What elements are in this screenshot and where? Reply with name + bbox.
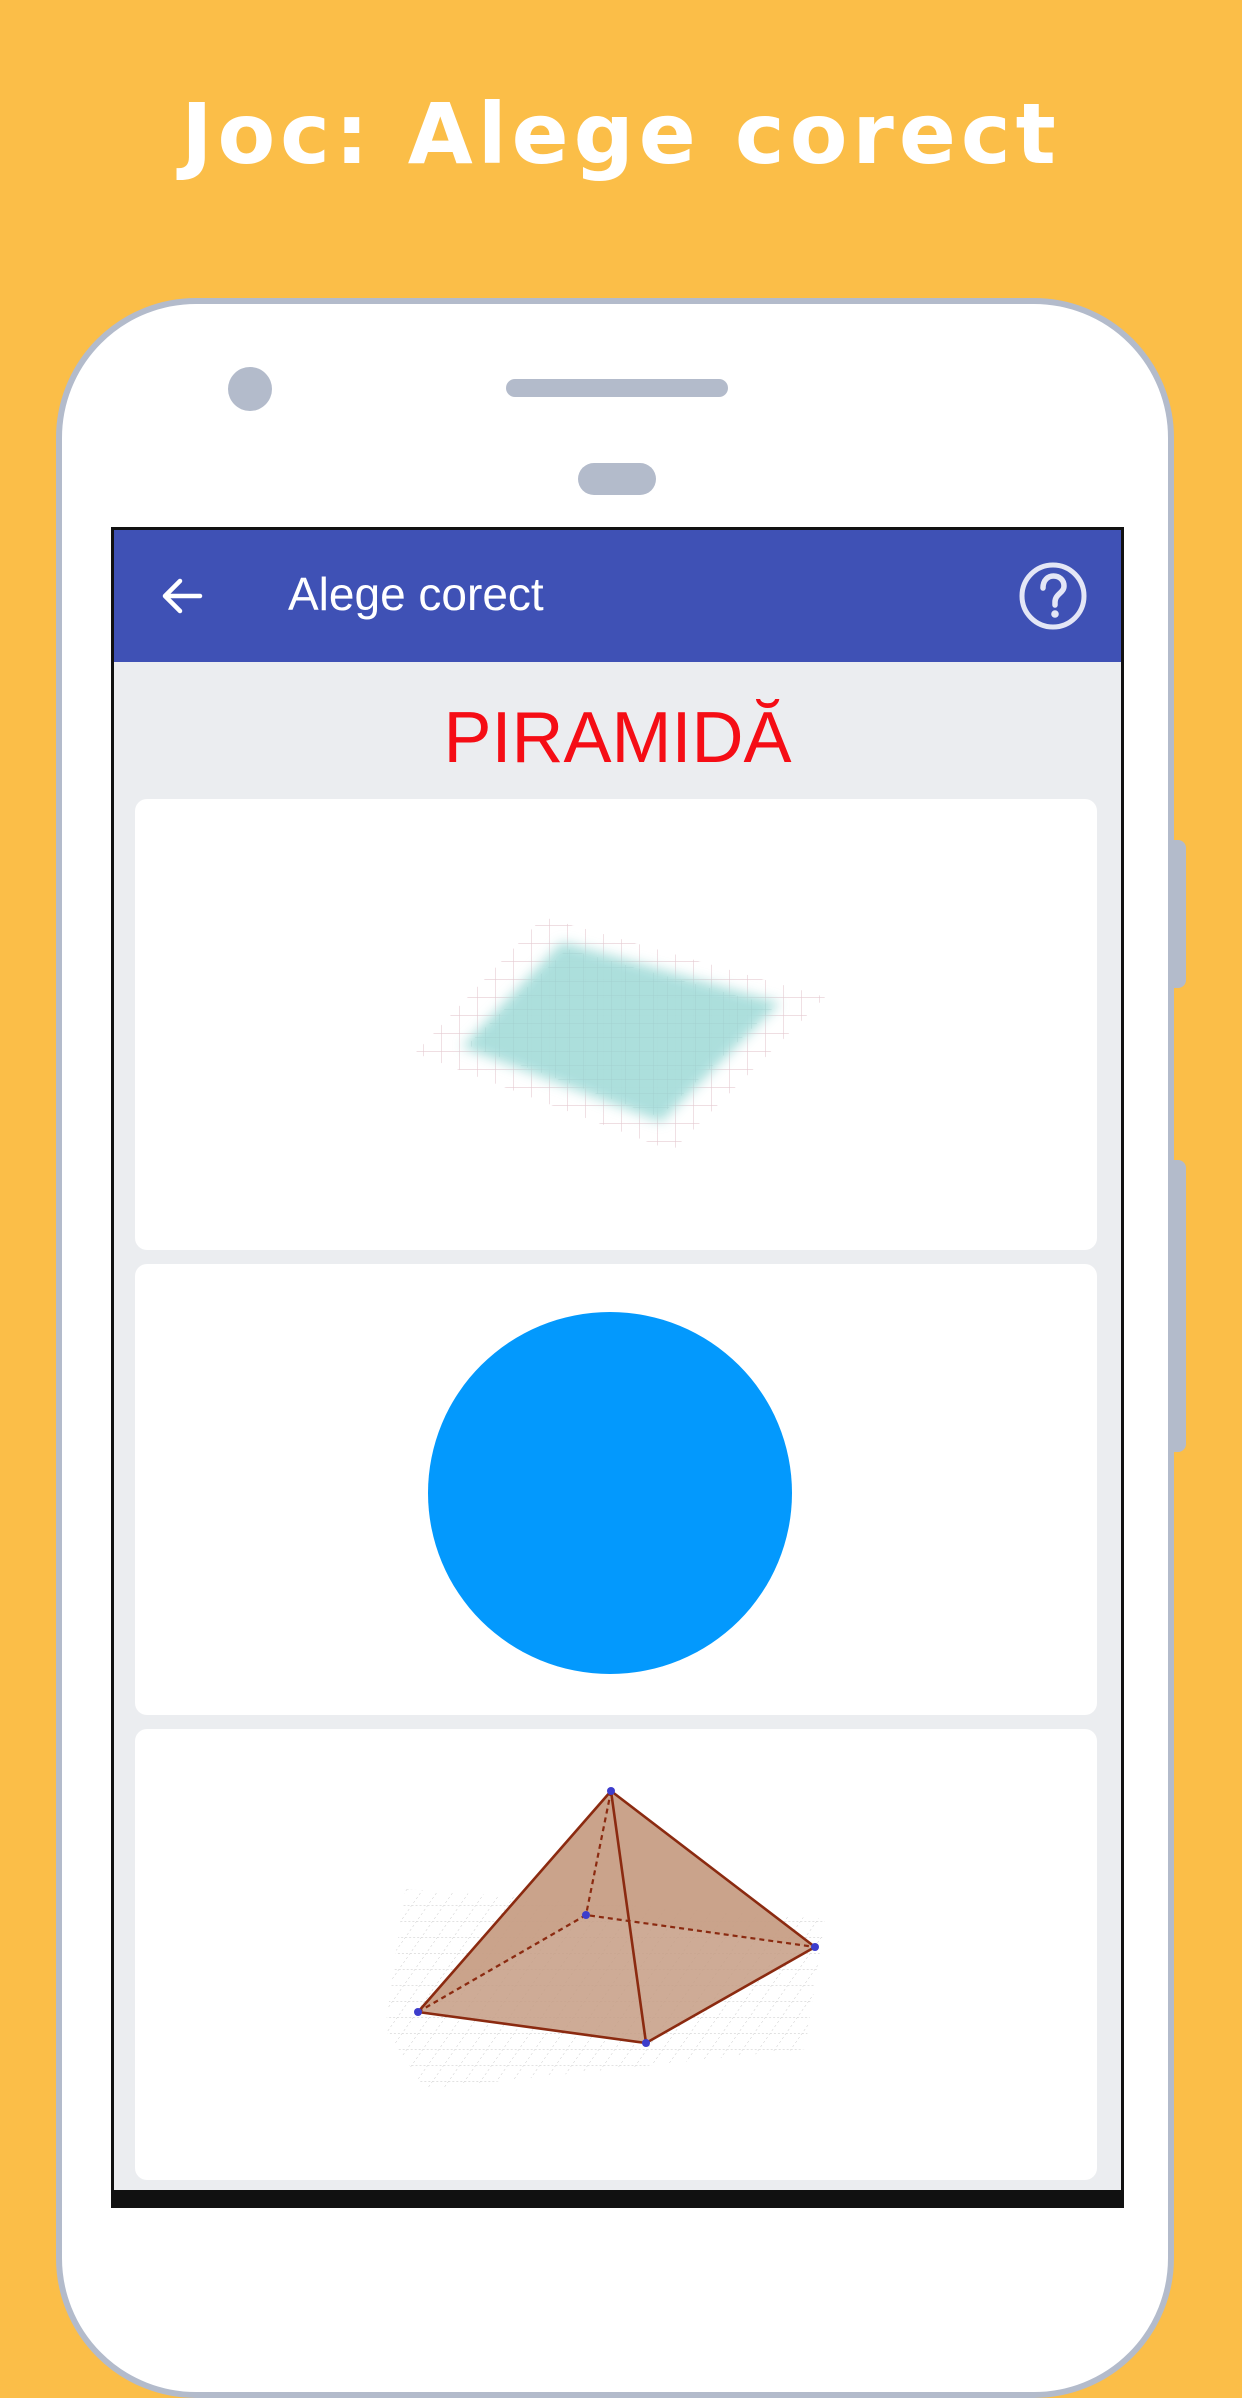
phone-camera <box>228 367 272 411</box>
phone-sensor <box>578 463 656 495</box>
help-circle-icon <box>1019 562 1087 630</box>
target-word: PIRAMIDĂ <box>443 698 792 778</box>
app-screen: Alege corect PIRAMIDĂ <box>111 527 1124 2208</box>
app-bar-title: Alege corect <box>288 568 544 620</box>
answer-option-circle[interactable] <box>135 1264 1097 1715</box>
promo-title: Joc: Alege corect <box>181 85 1061 183</box>
phone-speaker <box>506 379 728 397</box>
navigation-bar-edge <box>114 2190 1121 2208</box>
plane-image <box>415 917 825 1151</box>
pyramid-image <box>385 1787 825 2089</box>
app-bar: Alege corect <box>114 530 1121 662</box>
answer-option-plane[interactable] <box>135 799 1097 1250</box>
circle-image <box>428 1312 792 1674</box>
phone-side-button-top <box>1174 840 1186 988</box>
help-button[interactable] <box>1017 560 1089 632</box>
answer-option-pyramid[interactable] <box>135 1729 1097 2180</box>
back-button[interactable] <box>152 566 212 626</box>
phone-side-button-bottom <box>1174 1160 1186 1452</box>
arrow-left-icon <box>162 578 203 614</box>
